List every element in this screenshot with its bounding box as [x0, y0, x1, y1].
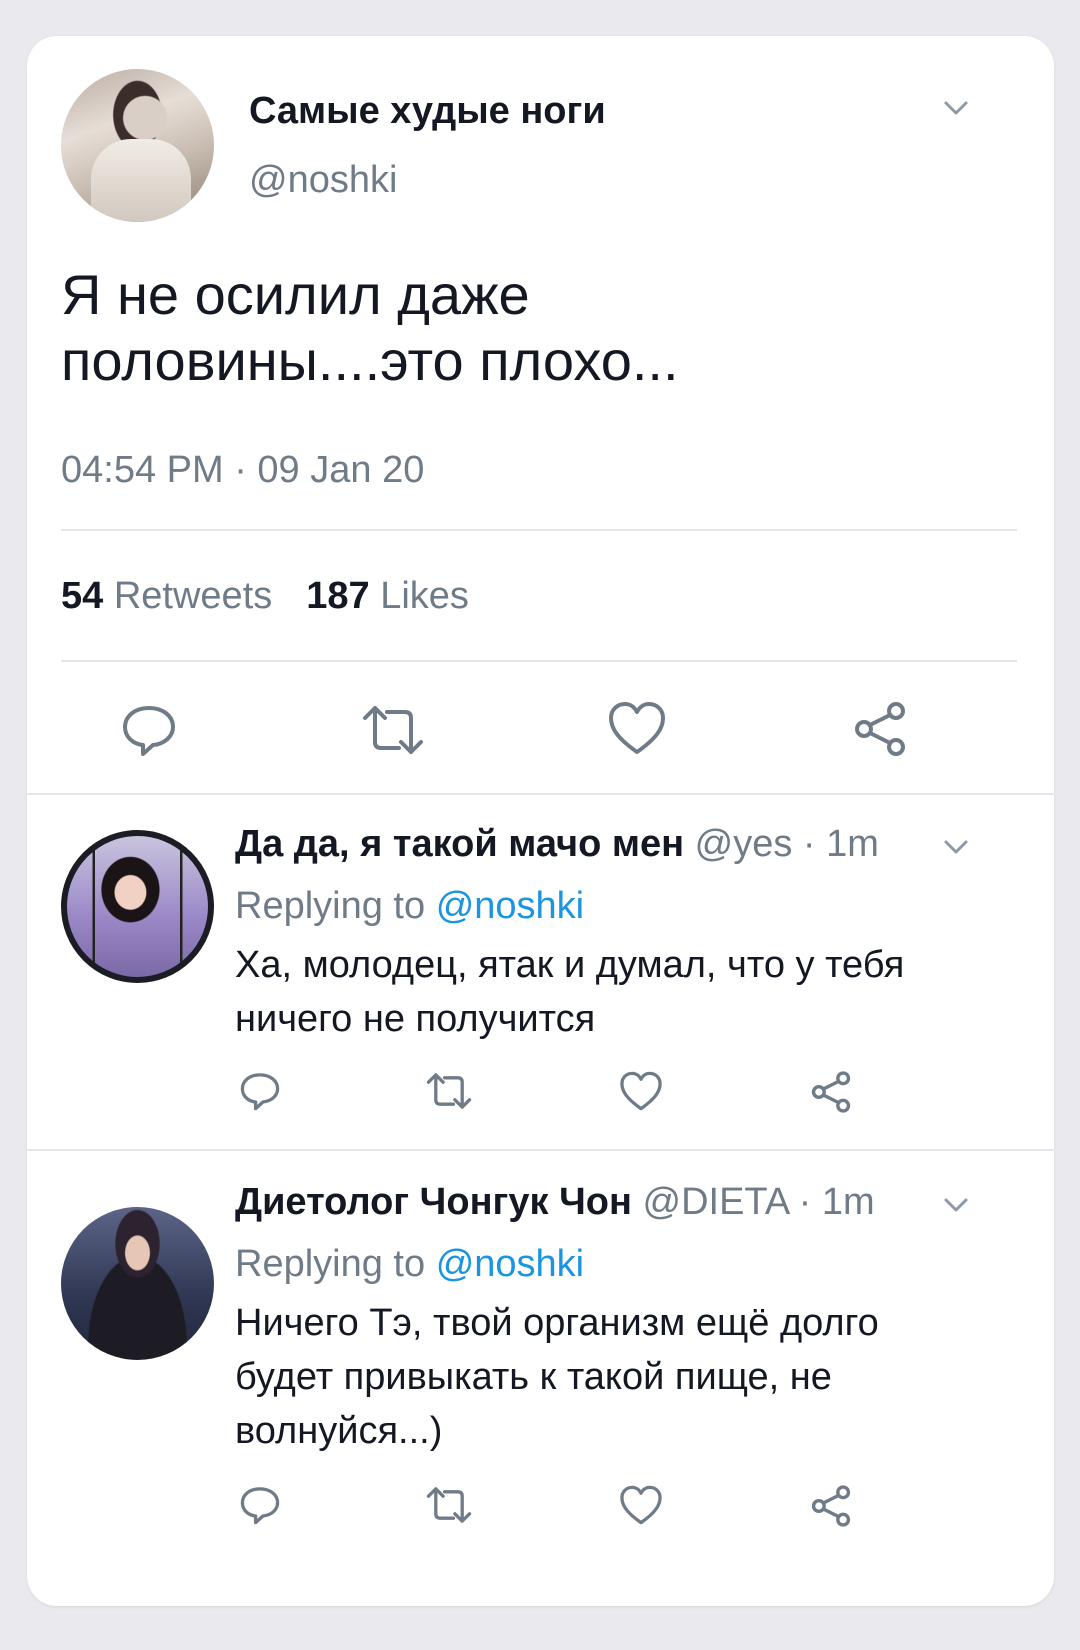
- reply-meta: @yes · 1m: [694, 823, 879, 865]
- tweet-text-line: половины....это плохо...: [61, 329, 679, 392]
- retweet-icon[interactable]: [361, 700, 425, 760]
- tweet-stats: 54 Retweets 187 Likes: [61, 575, 469, 618]
- reply-icon[interactable]: [238, 1069, 282, 1113]
- share-icon[interactable]: [809, 1070, 853, 1114]
- heart-icon[interactable]: [619, 1070, 663, 1112]
- reply-meta: @DIETA · 1m: [642, 1181, 875, 1223]
- author-avatar[interactable]: [61, 69, 214, 222]
- retweet-icon[interactable]: [425, 1483, 473, 1527]
- retweet-icon[interactable]: [425, 1069, 473, 1113]
- chevron-down-icon[interactable]: [942, 94, 970, 122]
- reply-text: Ха, молодец, ятак и думал, что у тебя ни…: [235, 938, 995, 1046]
- author-handle[interactable]: @noshki: [249, 159, 397, 202]
- heart-icon[interactable]: [607, 700, 667, 756]
- reply-text-line: будет привыкать к такой пище, не: [235, 1356, 832, 1398]
- reply-text-line: ничего не получится: [235, 998, 596, 1040]
- reply-author-name[interactable]: Да да, я такой мачо мен: [235, 823, 684, 865]
- replying-to: Replying to @noshki: [235, 885, 584, 928]
- reply-icon[interactable]: [238, 1483, 282, 1527]
- divider: [61, 529, 1017, 531]
- reply-text: Ничего Тэ, твой организм ещё долго будет…: [235, 1296, 995, 1458]
- replying-to-mention[interactable]: @noshki: [436, 1243, 584, 1285]
- heart-icon[interactable]: [619, 1484, 663, 1526]
- separator: [27, 1149, 1054, 1151]
- tweet-thread-card: Самые худые ноги @noshki Я не осилил даж…: [27, 36, 1054, 1606]
- retweets-count: 54: [61, 575, 104, 617]
- reply-text-line: Ничего Тэ, твой организм ещё долго: [235, 1302, 879, 1344]
- likes-label: Likes: [380, 575, 469, 617]
- retweets-label: Retweets: [113, 575, 273, 617]
- reply-header: Диетолог Чонгук Чон @DIETA · 1m: [235, 1181, 875, 1224]
- reply-header: Да да, я такой мачо мен @yes · 1m: [235, 823, 879, 866]
- reply-text-line: волнуйся...): [235, 1410, 443, 1452]
- chevron-down-icon[interactable]: [942, 833, 970, 861]
- author-name[interactable]: Самые худые ноги: [249, 90, 606, 133]
- tweet-text-line: Я не осилил даже: [61, 263, 530, 326]
- replying-to-label: Replying to: [235, 885, 426, 927]
- share-icon[interactable]: [851, 700, 909, 758]
- reply-icon[interactable]: [119, 700, 179, 760]
- tweet-text: Я не осилил даже половины....это плохо..…: [61, 262, 1021, 394]
- replying-to: Replying to @noshki: [235, 1243, 584, 1286]
- reply-text-line: Ха, молодец, ятак и думал, что у тебя: [235, 944, 905, 986]
- reply-avatar[interactable]: [61, 1207, 214, 1360]
- retweets-stat[interactable]: 54 Retweets: [61, 575, 272, 618]
- likes-stat[interactable]: 187 Likes: [306, 575, 469, 618]
- replying-to-label: Replying to: [235, 1243, 426, 1285]
- reply-author-name[interactable]: Диетолог Чонгук Чон: [235, 1181, 632, 1223]
- likes-count: 187: [306, 575, 370, 617]
- chevron-down-icon[interactable]: [942, 1191, 970, 1219]
- separator: [27, 793, 1054, 795]
- share-icon[interactable]: [809, 1484, 853, 1528]
- reply-avatar[interactable]: [61, 830, 214, 983]
- tweet-timestamp: 04:54 PM · 09 Jan 20: [61, 449, 425, 491]
- replying-to-mention[interactable]: @noshki: [436, 885, 584, 927]
- divider: [61, 660, 1017, 662]
